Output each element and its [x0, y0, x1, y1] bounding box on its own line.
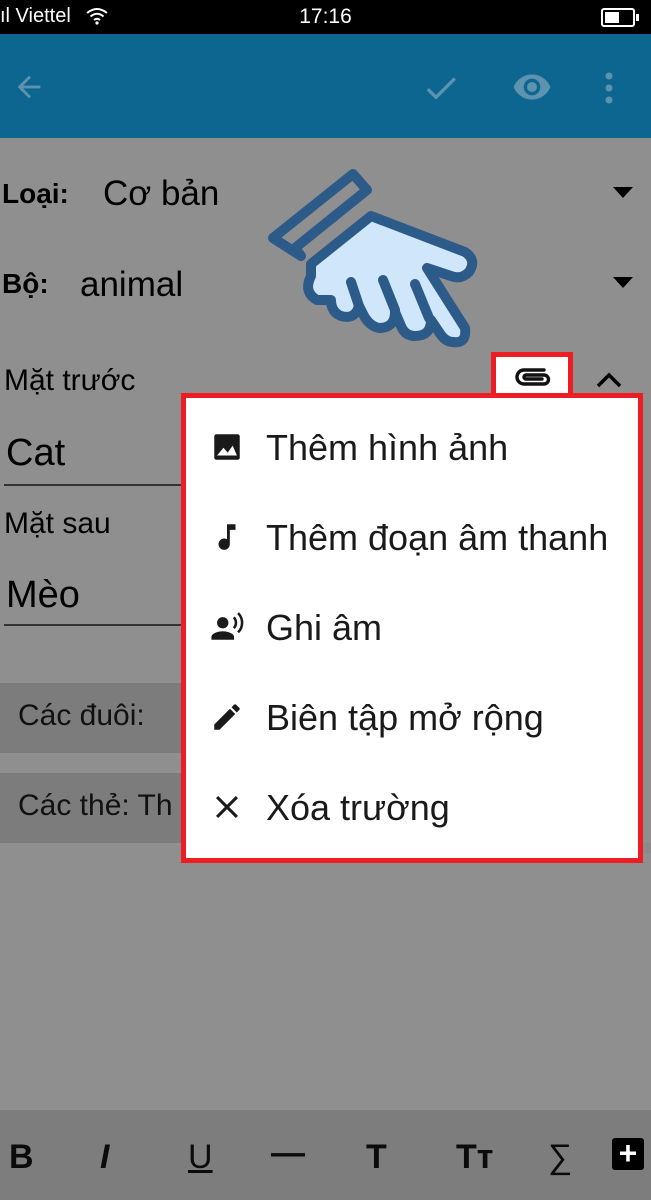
- tags-label: Các đuôi:: [18, 699, 145, 732]
- front-field[interactable]: Cat: [6, 432, 65, 475]
- eye-icon[interactable]: [510, 67, 554, 107]
- cards-button[interactable]: Các thẻ: Th: [0, 773, 190, 843]
- music-note-icon: [218, 524, 236, 550]
- check-icon[interactable]: [421, 68, 461, 108]
- horizontal-rule-button[interactable]: —: [271, 1134, 305, 1173]
- add-button[interactable]: +: [612, 1135, 644, 1171]
- menu-item-label: Thêm hình ảnh: [266, 427, 509, 468]
- menu-item-label: Thêm đoạn âm thanh: [266, 517, 609, 558]
- bold-button[interactable]: B: [9, 1138, 34, 1177]
- menu-item-label: Ghi âm: [266, 607, 383, 648]
- menu-item-add-audio[interactable]: Thêm đoạn âm thanh: [186, 493, 638, 583]
- menu-item-add-image[interactable]: Thêm hình ảnh: [186, 403, 638, 493]
- status-bar: ıl Viettel 17:16: [0, 0, 651, 34]
- italic-button[interactable]: I: [100, 1138, 109, 1177]
- menu-item-delete-field[interactable]: Xóa trường: [186, 763, 638, 853]
- menu-item-record[interactable]: Ghi âm: [186, 583, 638, 673]
- clock: 17:16: [299, 5, 352, 28]
- cloze-button[interactable]: ∑: [548, 1138, 572, 1177]
- back-arrow-icon[interactable]: [12, 70, 46, 104]
- attach-menu: Thêm hình ảnh Thêm đoạn âm thanh Ghi âm …: [181, 393, 643, 863]
- deck-dropdown-icon[interactable]: [613, 277, 633, 288]
- pointing-hand-icon: [268, 169, 478, 348]
- menu-item-label: Xóa trường: [266, 787, 450, 828]
- title-button[interactable]: T: [366, 1138, 387, 1177]
- underline-button[interactable]: U: [188, 1138, 213, 1177]
- add-label: +: [618, 1135, 638, 1171]
- close-icon: [215, 795, 239, 819]
- font-size-button[interactable]: Tт: [456, 1138, 493, 1177]
- menu-item-advanced-edit[interactable]: Biên tập mở rộng: [186, 673, 638, 763]
- collapse-chevron-icon[interactable]: [596, 372, 622, 388]
- deck-value[interactable]: animal: [80, 265, 183, 305]
- front-field-underline: [4, 484, 190, 486]
- back-field[interactable]: Mèo: [6, 574, 80, 617]
- paperclip-icon: [515, 368, 551, 386]
- pencil-icon: [214, 704, 240, 730]
- app-bar: [0, 34, 651, 138]
- menu-item-label: Biên tập mở rộng: [266, 697, 544, 738]
- deck-label: Bộ:: [2, 268, 49, 299]
- type-dropdown-icon[interactable]: [613, 187, 633, 198]
- front-label: Mặt trước: [4, 364, 136, 397]
- back-field-underline: [4, 624, 190, 626]
- image-icon: [214, 434, 240, 460]
- type-value[interactable]: Cơ bản: [103, 174, 219, 214]
- divider: [643, 843, 651, 853]
- more-vert-icon[interactable]: [597, 68, 621, 108]
- battery-icon: [601, 8, 639, 27]
- formatting-toolbar: B I U — T Tт ∑ +: [0, 1110, 651, 1200]
- tags-button[interactable]: Các đuôi:: [0, 683, 190, 753]
- type-label: Loại:: [2, 178, 69, 209]
- back-label: Mặt sau: [4, 507, 111, 540]
- cards-label: Các thẻ: Th: [18, 789, 173, 822]
- record-voice-icon: [211, 612, 244, 640]
